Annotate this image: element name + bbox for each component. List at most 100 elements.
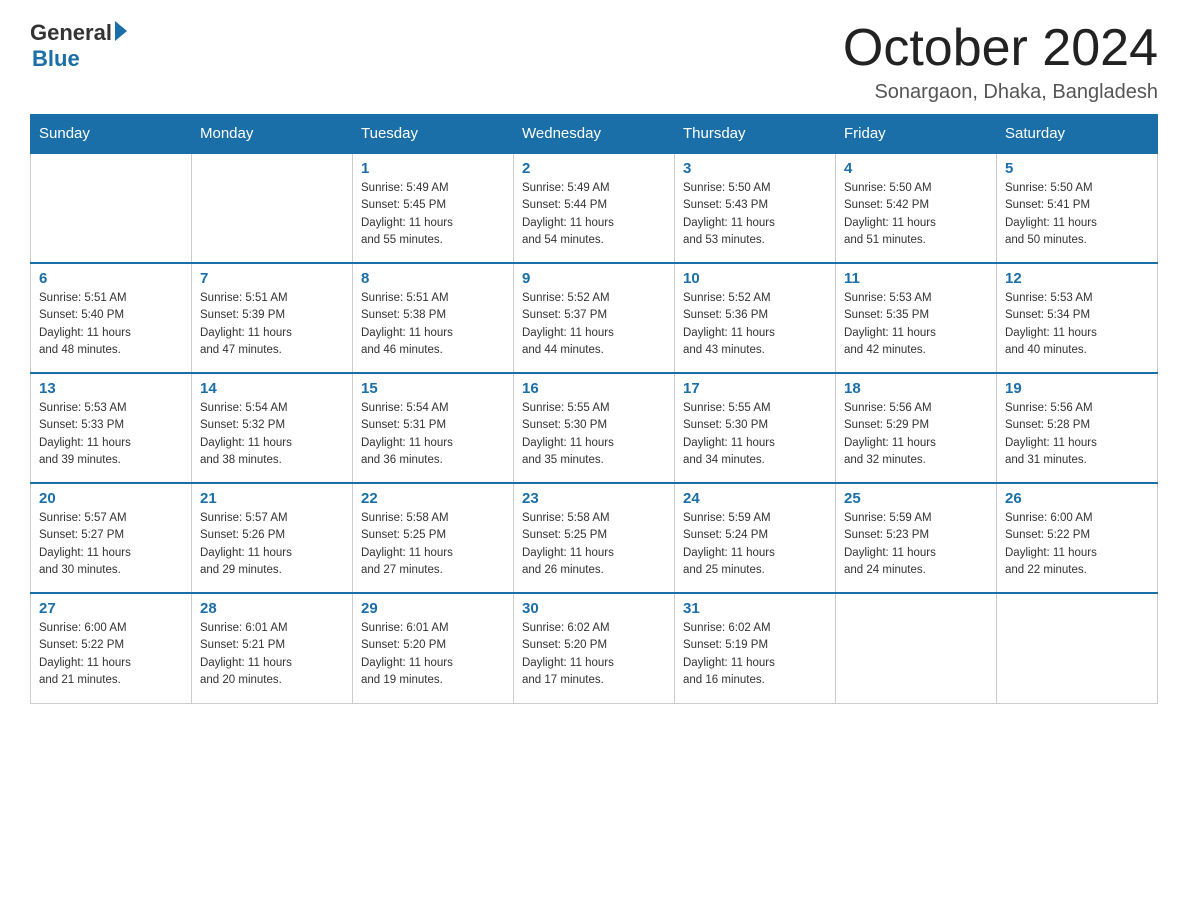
day-number: 26	[1005, 490, 1149, 507]
logo-general: General	[30, 20, 112, 46]
weekday-header-friday: Friday	[836, 115, 997, 154]
day-number: 24	[683, 490, 827, 507]
title-section: October 2024 Sonargaon, Dhaka, Banglades…	[843, 20, 1158, 104]
day-number: 2	[522, 160, 666, 177]
calendar-cell: 13 Sunrise: 5:53 AM Sunset: 5:33 PM Dayli…	[31, 373, 192, 483]
calendar-cell: 26 Sunrise: 6:00 AM Sunset: 5:22 PM Dayli…	[997, 483, 1158, 593]
day-info: Sunrise: 5:57 AM Sunset: 5:26 PM Dayligh…	[200, 510, 344, 579]
weekday-header-row: SundayMondayTuesdayWednesdayThursdayFrid…	[31, 115, 1158, 154]
calendar-cell: 18Sunrise: 5:56 AM Sunset: 5:29 PM Dayli…	[836, 373, 997, 483]
day-info: Sunrise: 5:54 AM Sunset: 5:31 PM Dayligh…	[361, 400, 505, 469]
day-number: 10	[683, 270, 827, 287]
day-number: 30	[522, 600, 666, 617]
day-info: Sunrise: 6:02 AM Sunset: 5:20 PM Dayligh…	[522, 620, 666, 689]
calendar-cell	[31, 153, 192, 263]
calendar-cell: 12 Sunrise: 5:53 AM Sunset: 5:34 PM Dayli…	[997, 263, 1158, 373]
day-number: 25	[844, 490, 988, 507]
calendar-cell: 10 Sunrise: 5:52 AM Sunset: 5:36 PM Dayli…	[675, 263, 836, 373]
day-info: Sunrise: 6:01 AM Sunset: 5:20 PM Dayligh…	[361, 620, 505, 689]
day-info: Sunrise: 5:49 AM Sunset: 5:44 PM Dayligh…	[522, 180, 666, 249]
day-number: 11	[844, 270, 988, 287]
day-number: 20	[39, 490, 183, 507]
calendar-cell: 27 Sunrise: 6:00 AM Sunset: 5:22 PM Dayli…	[31, 593, 192, 703]
day-info: Sunrise: 6:02 AM Sunset: 5:19 PM Dayligh…	[683, 620, 827, 689]
week-row-2: 6Sunrise: 5:51 AM Sunset: 5:40 PM Daylig…	[31, 263, 1158, 373]
day-info: Sunrise: 5:51 AM Sunset: 5:40 PM Dayligh…	[39, 290, 183, 359]
calendar-table: SundayMondayTuesdayWednesdayThursdayFrid…	[30, 114, 1158, 704]
day-info: Sunrise: 5:50 AM Sunset: 5:43 PM Dayligh…	[683, 180, 827, 249]
day-info: Sunrise: 5:50 AM Sunset: 5:41 PM Dayligh…	[1005, 180, 1149, 249]
week-row-1: 1 Sunrise: 5:49 AM Sunset: 5:45 PM Daylig…	[31, 153, 1158, 263]
location-title: Sonargaon, Dhaka, Bangladesh	[843, 81, 1158, 104]
day-info: Sunrise: 5:58 AM Sunset: 5:25 PM Dayligh…	[361, 510, 505, 579]
calendar-cell: 23Sunrise: 5:58 AM Sunset: 5:25 PM Dayli…	[514, 483, 675, 593]
day-info: Sunrise: 5:51 AM Sunset: 5:39 PM Dayligh…	[200, 290, 344, 359]
calendar-cell: 30 Sunrise: 6:02 AM Sunset: 5:20 PM Dayli…	[514, 593, 675, 703]
calendar-cell: 8Sunrise: 5:51 AM Sunset: 5:38 PM Daylig…	[353, 263, 514, 373]
day-number: 15	[361, 380, 505, 397]
weekday-header-saturday: Saturday	[997, 115, 1158, 154]
calendar-cell: 19Sunrise: 5:56 AM Sunset: 5:28 PM Dayli…	[997, 373, 1158, 483]
calendar-cell: 16 Sunrise: 5:55 AM Sunset: 5:30 PM Dayli…	[514, 373, 675, 483]
day-number: 12	[1005, 270, 1149, 287]
calendar-cell: 11 Sunrise: 5:53 AM Sunset: 5:35 PM Dayli…	[836, 263, 997, 373]
day-info: Sunrise: 5:52 AM Sunset: 5:36 PM Dayligh…	[683, 290, 827, 359]
day-info: Sunrise: 5:55 AM Sunset: 5:30 PM Dayligh…	[522, 400, 666, 469]
calendar-cell: 20 Sunrise: 5:57 AM Sunset: 5:27 PM Dayli…	[31, 483, 192, 593]
calendar-cell: 9 Sunrise: 5:52 AM Sunset: 5:37 PM Daylig…	[514, 263, 675, 373]
week-row-5: 27 Sunrise: 6:00 AM Sunset: 5:22 PM Dayli…	[31, 593, 1158, 703]
calendar-cell	[836, 593, 997, 703]
day-info: Sunrise: 5:50 AM Sunset: 5:42 PM Dayligh…	[844, 180, 988, 249]
day-number: 21	[200, 490, 344, 507]
day-info: Sunrise: 5:53 AM Sunset: 5:35 PM Dayligh…	[844, 290, 988, 359]
day-info: Sunrise: 5:58 AM Sunset: 5:25 PM Dayligh…	[522, 510, 666, 579]
day-info: Sunrise: 6:00 AM Sunset: 5:22 PM Dayligh…	[1005, 510, 1149, 579]
day-number: 19	[1005, 380, 1149, 397]
calendar-cell: 22Sunrise: 5:58 AM Sunset: 5:25 PM Dayli…	[353, 483, 514, 593]
calendar-cell: 5 Sunrise: 5:50 AM Sunset: 5:41 PM Daylig…	[997, 153, 1158, 263]
day-info: Sunrise: 5:59 AM Sunset: 5:24 PM Dayligh…	[683, 510, 827, 579]
day-number: 16	[522, 380, 666, 397]
calendar-cell: 2 Sunrise: 5:49 AM Sunset: 5:44 PM Daylig…	[514, 153, 675, 263]
day-info: Sunrise: 6:00 AM Sunset: 5:22 PM Dayligh…	[39, 620, 183, 689]
day-info: Sunrise: 5:54 AM Sunset: 5:32 PM Dayligh…	[200, 400, 344, 469]
day-number: 4	[844, 160, 988, 177]
day-number: 3	[683, 160, 827, 177]
day-number: 29	[361, 600, 505, 617]
day-info: Sunrise: 5:49 AM Sunset: 5:45 PM Dayligh…	[361, 180, 505, 249]
calendar-cell	[192, 153, 353, 263]
calendar-cell	[997, 593, 1158, 703]
day-info: Sunrise: 5:57 AM Sunset: 5:27 PM Dayligh…	[39, 510, 183, 579]
day-number: 27	[39, 600, 183, 617]
day-number: 13	[39, 380, 183, 397]
logo: General Blue	[30, 20, 127, 72]
day-info: Sunrise: 5:53 AM Sunset: 5:34 PM Dayligh…	[1005, 290, 1149, 359]
weekday-header-thursday: Thursday	[675, 115, 836, 154]
week-row-4: 20 Sunrise: 5:57 AM Sunset: 5:27 PM Dayli…	[31, 483, 1158, 593]
day-number: 28	[200, 600, 344, 617]
weekday-header-wednesday: Wednesday	[514, 115, 675, 154]
day-number: 31	[683, 600, 827, 617]
calendar-cell: 17Sunrise: 5:55 AM Sunset: 5:30 PM Dayli…	[675, 373, 836, 483]
day-number: 8	[361, 270, 505, 287]
day-info: Sunrise: 5:53 AM Sunset: 5:33 PM Dayligh…	[39, 400, 183, 469]
day-number: 18	[844, 380, 988, 397]
calendar-cell: 6Sunrise: 5:51 AM Sunset: 5:40 PM Daylig…	[31, 263, 192, 373]
day-number: 17	[683, 380, 827, 397]
day-number: 1	[361, 160, 505, 177]
calendar-cell: 31 Sunrise: 6:02 AM Sunset: 5:19 PM Dayli…	[675, 593, 836, 703]
calendar-cell: 28Sunrise: 6:01 AM Sunset: 5:21 PM Dayli…	[192, 593, 353, 703]
calendar-cell: 3 Sunrise: 5:50 AM Sunset: 5:43 PM Daylig…	[675, 153, 836, 263]
day-number: 14	[200, 380, 344, 397]
calendar-cell: 7Sunrise: 5:51 AM Sunset: 5:39 PM Daylig…	[192, 263, 353, 373]
day-info: Sunrise: 5:59 AM Sunset: 5:23 PM Dayligh…	[844, 510, 988, 579]
calendar-cell: 1 Sunrise: 5:49 AM Sunset: 5:45 PM Daylig…	[353, 153, 514, 263]
calendar-cell: 15 Sunrise: 5:54 AM Sunset: 5:31 PM Dayli…	[353, 373, 514, 483]
weekday-header-monday: Monday	[192, 115, 353, 154]
page-header: General Blue October 2024 Sonargaon, Dha…	[30, 20, 1158, 104]
day-number: 9	[522, 270, 666, 287]
day-info: Sunrise: 5:52 AM Sunset: 5:37 PM Dayligh…	[522, 290, 666, 359]
calendar-cell: 25 Sunrise: 5:59 AM Sunset: 5:23 PM Dayli…	[836, 483, 997, 593]
month-title: October 2024	[843, 20, 1158, 77]
day-number: 5	[1005, 160, 1149, 177]
